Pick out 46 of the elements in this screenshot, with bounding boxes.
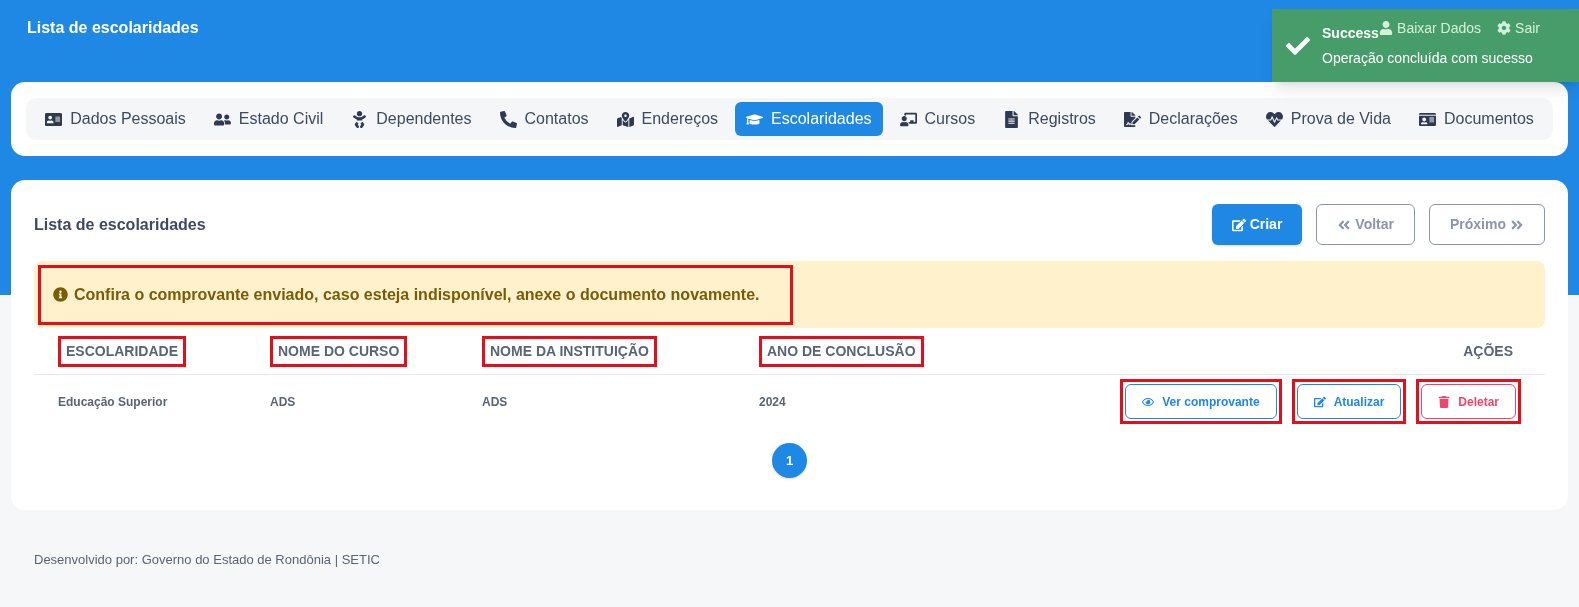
tab[interactable]: Dependentes <box>340 102 483 136</box>
page-button[interactable]: 1 <box>772 443 807 478</box>
alert-text: Confira o comprovante enviado, caso esteja indisponível, anexe o documento novamente. <box>74 284 760 305</box>
teacher-board-icon <box>899 110 917 128</box>
heartbeat-icon <box>1265 110 1283 128</box>
page-title: Lista de escolaridades <box>27 18 199 38</box>
edit-icon <box>1313 395 1326 408</box>
toast-message: Operação concluída com sucesso <box>1322 48 1533 68</box>
tab[interactable]: Prova de Vida <box>1254 102 1402 136</box>
tab[interactable]: Dados Pessoais <box>34 102 197 136</box>
document-icon <box>1003 110 1021 128</box>
table-cell-text: ADS <box>270 393 297 411</box>
tab[interactable]: Endereços <box>605 102 730 136</box>
tab[interactable]: Declarações <box>1112 102 1249 136</box>
tab[interactable]: Escolaridades <box>735 102 883 136</box>
column-header: ANO DE CONCLUSÃO <box>759 335 924 367</box>
map-icon <box>616 110 634 128</box>
toast-title: Success <box>1322 23 1379 43</box>
column-header: AÇÕES <box>1462 341 1514 361</box>
table-cell-text: ADS <box>482 393 509 411</box>
column-header: ESCOLARIDADE <box>58 335 186 367</box>
column-header: NOME DO CURSO <box>270 335 408 367</box>
settings-icon <box>1497 21 1512 35</box>
baby-icon <box>351 110 369 128</box>
eye-icon <box>1142 395 1155 408</box>
tab[interactable]: Estado Civil <box>202 102 335 136</box>
trash-icon <box>1438 395 1451 408</box>
view-receipt-button[interactable]: Ver comprovante <box>1125 384 1277 419</box>
table-cell-text: Educação Superior <box>58 393 169 411</box>
create-button[interactable]: Criar <box>1211 204 1303 245</box>
footer-text: Desenvolvido por: Governo do Estado de Rondônia | SETIC <box>34 551 381 569</box>
id-card-icon <box>1418 110 1436 128</box>
delete-button[interactable]: Deletar <box>1421 384 1516 419</box>
table-cell-text: 2024 <box>759 393 787 411</box>
user-icon <box>1379 21 1394 35</box>
phone-icon <box>499 110 517 128</box>
tab[interactable]: Documentos <box>1407 102 1545 136</box>
tab[interactable]: Cursos <box>888 102 987 136</box>
column-header: NOME DA INSTITUIÇÃO <box>482 335 657 367</box>
tab[interactable]: Registros <box>992 102 1107 136</box>
update-button[interactable]: Atualizar <box>1296 384 1402 419</box>
info-icon <box>53 287 68 302</box>
tab[interactable]: Contatos <box>488 102 600 136</box>
id-card-icon <box>45 110 63 128</box>
card-title: Lista de escolaridades <box>34 214 206 235</box>
edit-icon <box>1231 217 1246 232</box>
